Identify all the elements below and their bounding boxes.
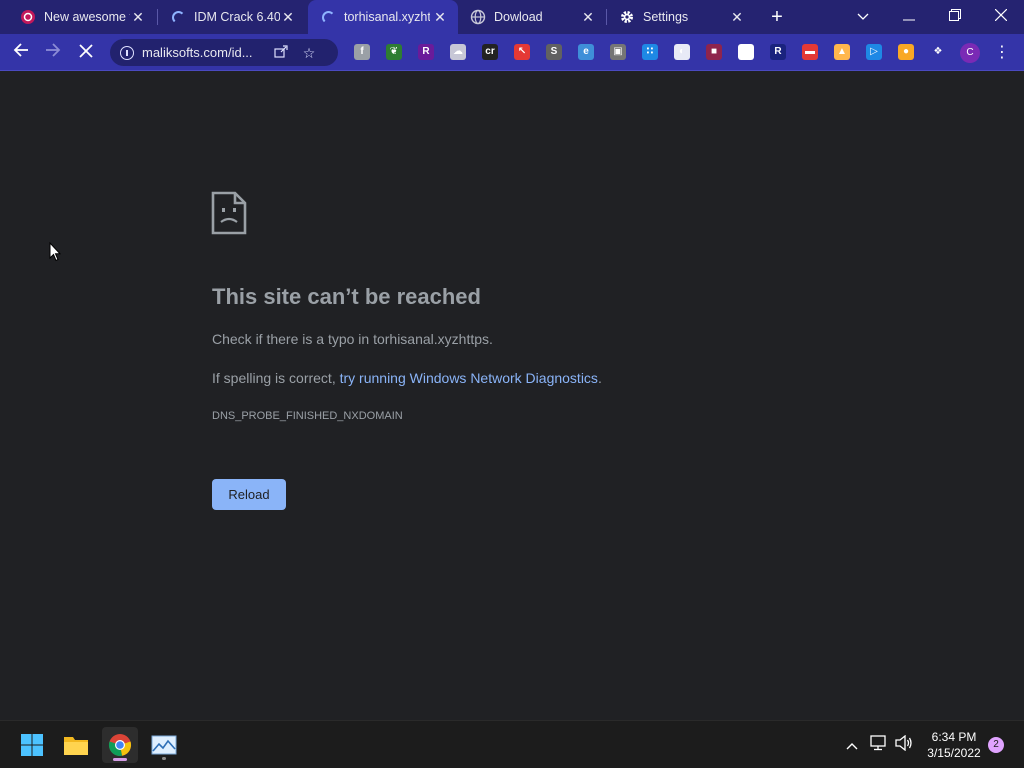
close-icon[interactable]: ✕ (280, 9, 296, 25)
tab-title: IDM Crack 6.40 (194, 10, 280, 24)
error-suggestion-typo: Check if there is a typo in torhisanal.x… (212, 331, 493, 347)
extension-r-purple-icon[interactable]: R (418, 44, 434, 60)
forward-arrow-icon[interactable] (41, 40, 65, 64)
clock-date[interactable]: 3/15/2022 (922, 746, 986, 760)
url-text[interactable]: maliksofts.com/id... (142, 45, 264, 60)
tab-title: Settings (643, 10, 689, 24)
extension-r-blue-icon[interactable]: R (770, 44, 786, 60)
windows-start-icon[interactable] (14, 727, 50, 763)
network-icon[interactable] (869, 735, 889, 755)
chevron-down-icon[interactable] (849, 4, 877, 28)
gear-icon (619, 9, 635, 25)
tab-title: Dowload (494, 10, 543, 24)
clock-time[interactable]: 6:34 PM (922, 730, 986, 744)
extension-cr-icon[interactable]: cr (482, 44, 498, 60)
site-favicon-icon (20, 9, 36, 25)
diagnostics-prefix: If spelling is correct, (212, 370, 340, 386)
extension-diamond-icon[interactable]: ◈ (738, 44, 754, 60)
close-icon[interactable]: ✕ (729, 9, 745, 25)
plus-icon[interactable]: + (766, 6, 788, 28)
extension-gray-icon[interactable]: ▣ (610, 44, 626, 60)
extension-square-icon[interactable]: ■ (706, 44, 722, 60)
error-code: DNS_PROBE_FINISHED_NXDOMAIN (212, 410, 403, 422)
share-icon[interactable] (270, 42, 292, 64)
tab-new-awesome[interactable]: New awesome t ✕ (8, 0, 156, 34)
tab-idm-crack[interactable]: IDM Crack 6.40 ✕ (158, 0, 306, 34)
minimize-icon[interactable] (895, 4, 923, 28)
volume-icon[interactable] (894, 734, 914, 755)
address-bar[interactable]: maliksofts.com/id... ☆ (110, 39, 338, 66)
notification-badge[interactable]: 2 (988, 737, 1004, 753)
site-info-icon[interactable] (120, 45, 134, 60)
extension-cursor-icon[interactable]: ↖ (514, 44, 530, 60)
close-icon[interactable]: ✕ (580, 9, 596, 25)
tab-settings[interactable]: Settings ✕ (607, 0, 755, 34)
diagnostics-suffix: . (597, 370, 602, 386)
loading-spinner-icon (170, 9, 186, 25)
extension-play-icon[interactable]: ▷ (866, 44, 882, 60)
tab-torhisanal[interactable]: torhisanal.xyzht ✕ (308, 0, 458, 34)
error-page: This site can’t be reached Check if ther… (0, 71, 1024, 720)
restore-icon[interactable] (941, 4, 969, 28)
network-diagnostics-link[interactable]: try running Windows Network Diagnostics (340, 370, 598, 386)
back-arrow-icon[interactable] (9, 40, 33, 64)
more-menu-icon[interactable]: ⋮ (994, 42, 1010, 64)
extension-f-icon[interactable]: f (354, 44, 370, 60)
close-icon[interactable]: ✕ (130, 9, 146, 25)
chevron-up-icon[interactable] (842, 735, 862, 755)
mouse-cursor-icon (49, 241, 62, 262)
browser-toolbar: maliksofts.com/id... ☆ f ❦ R ☁ cr ↖ S e … (0, 34, 1024, 71)
tab-title: New awesome t (44, 10, 130, 24)
extension-s-icon[interactable]: S (546, 44, 562, 60)
running-app-indicator (162, 757, 166, 760)
photo-app-icon[interactable] (146, 727, 182, 763)
extension-lock-icon[interactable]: ▲ (834, 44, 850, 60)
file-explorer-icon[interactable] (58, 727, 94, 763)
extension-leaf-icon[interactable]: ❦ (386, 44, 402, 60)
globe-icon (470, 9, 486, 25)
extension-circle-icon[interactable]: ◐ (674, 44, 690, 60)
close-icon[interactable]: ✕ (432, 9, 448, 25)
tab-dowload[interactable]: Dowload ✕ (458, 0, 606, 34)
extension-grid-icon[interactable]: ∷ (642, 44, 658, 60)
tab-strip: New awesome t ✕ IDM Crack 6.40 ✕ torhisa… (0, 0, 1024, 34)
browser-window: New awesome t ✕ IDM Crack 6.40 ✕ torhisa… (0, 0, 1024, 768)
extension-card-icon[interactable]: ▬ (802, 44, 818, 60)
error-suggestion-diagnostics: If spelling is correct, try running Wind… (212, 370, 602, 386)
extensions-puzzle-icon[interactable]: ❖ (930, 44, 946, 60)
active-app-indicator (113, 758, 127, 761)
reload-button[interactable]: Reload (212, 479, 286, 510)
sad-page-icon (211, 191, 247, 235)
close-window-icon[interactable] (987, 4, 1015, 28)
loading-spinner-icon (320, 9, 336, 25)
extension-monkey-icon[interactable]: ● (898, 44, 914, 60)
extension-cloud-icon[interactable]: ☁ (450, 44, 466, 60)
tab-title: torhisanal.xyzht (344, 10, 430, 24)
avatar[interactable]: C (960, 43, 980, 63)
stop-loading-icon[interactable] (74, 40, 98, 64)
taskbar: 6:34 PM 3/15/2022 2 (0, 720, 1024, 768)
bookmark-star-icon[interactable]: ☆ (298, 42, 320, 64)
page-title: This site can’t be reached (212, 284, 481, 309)
chrome-icon[interactable] (102, 727, 138, 763)
extension-edge-icon[interactable]: e (578, 44, 594, 60)
